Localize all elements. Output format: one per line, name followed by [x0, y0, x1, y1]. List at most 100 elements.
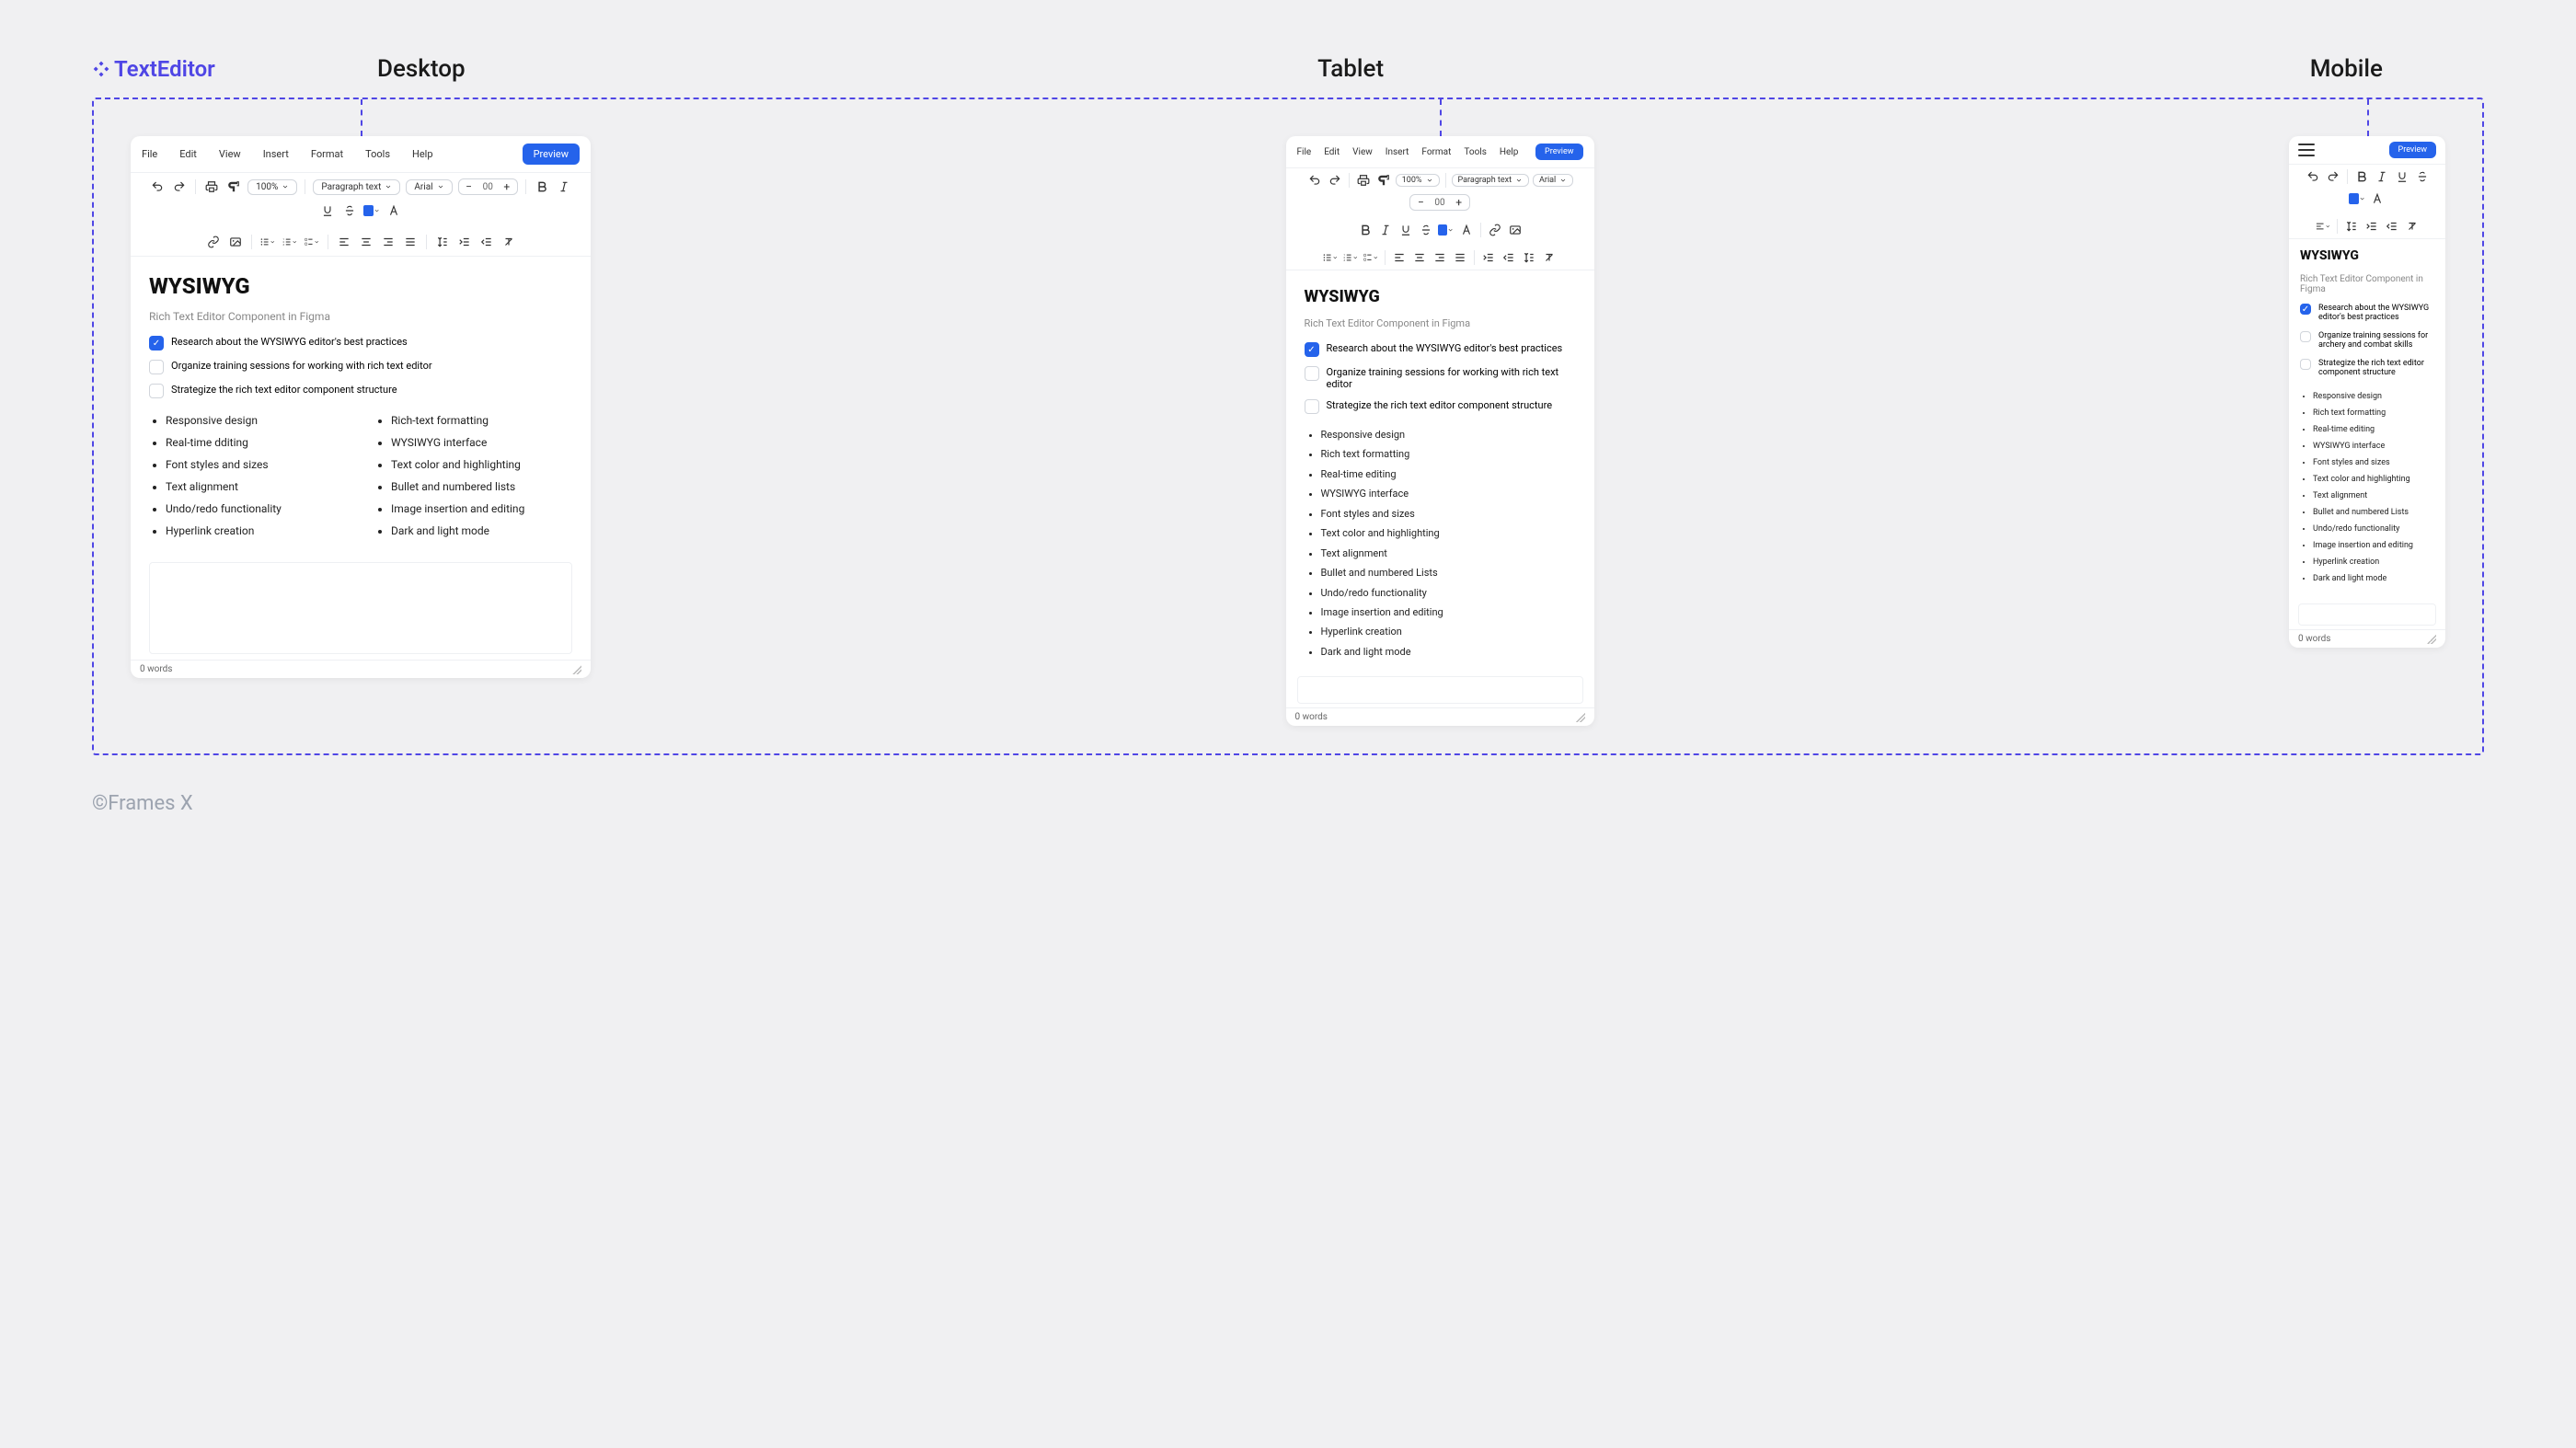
menu-edit[interactable]: Edit	[179, 148, 197, 160]
checkbox-icon[interactable]	[2300, 331, 2311, 342]
redo-icon[interactable]	[1327, 172, 1343, 189]
menu-view[interactable]: View	[219, 148, 241, 160]
image-icon[interactable]	[227, 234, 244, 250]
menu-edit[interactable]: Edit	[1324, 147, 1340, 157]
italic-icon[interactable]	[556, 178, 572, 195]
redo-icon[interactable]	[2325, 168, 2341, 185]
check-list-icon[interactable]	[304, 234, 320, 250]
checkbox-icon[interactable]	[1305, 399, 1319, 414]
paint-format-icon[interactable]	[225, 178, 242, 195]
checklist-item[interactable]: Strategize the rich text editor componen…	[1305, 399, 1576, 414]
italic-icon[interactable]	[2374, 168, 2390, 185]
font-size-stepper[interactable]: −00+	[1409, 194, 1469, 211]
clear-format-icon[interactable]	[1541, 249, 1558, 266]
menu-view[interactable]: View	[1352, 147, 1373, 157]
italic-icon[interactable]	[1377, 222, 1394, 238]
underline-icon[interactable]	[319, 202, 336, 219]
align-left-icon[interactable]	[336, 234, 352, 250]
menu-insert[interactable]: Insert	[263, 148, 289, 160]
print-icon[interactable]	[203, 178, 220, 195]
bold-icon[interactable]	[1357, 222, 1374, 238]
hamburger-menu-icon[interactable]	[2298, 144, 2315, 156]
image-icon[interactable]	[1507, 222, 1524, 238]
line-height-icon[interactable]	[434, 234, 451, 250]
checklist-item[interactable]: Organize training sessions for archery a…	[2300, 331, 2434, 350]
font-family-select[interactable]: Arial	[406, 179, 452, 195]
checklist-item[interactable]: Strategize the rich text editor componen…	[149, 384, 572, 398]
menu-tools[interactable]: Tools	[1464, 147, 1486, 157]
checkbox-icon[interactable]	[149, 336, 164, 351]
align-right-icon[interactable]	[380, 234, 397, 250]
menu-help[interactable]: Help	[1500, 147, 1518, 157]
checkbox-icon[interactable]	[2300, 304, 2311, 315]
checklist-item[interactable]: Research about the WYSIWYG editor's best…	[1305, 342, 1576, 357]
clear-format-icon[interactable]	[2404, 218, 2421, 235]
checklist-item[interactable]: Organize training sessions for working w…	[149, 360, 572, 374]
bullet-list-icon[interactable]	[259, 234, 276, 250]
resize-handle-icon[interactable]	[1576, 713, 1585, 722]
outdent-icon[interactable]	[2384, 218, 2400, 235]
underline-icon[interactable]	[1397, 222, 1414, 238]
content-placeholder[interactable]	[1297, 676, 1583, 704]
bold-icon[interactable]	[2353, 168, 2370, 185]
resize-handle-icon[interactable]	[2427, 635, 2436, 644]
undo-icon[interactable]	[149, 178, 166, 195]
font-color-icon[interactable]	[1458, 222, 1475, 238]
preview-button[interactable]: Preview	[2389, 142, 2436, 158]
preview-button[interactable]: Preview	[1535, 144, 1582, 160]
link-icon[interactable]	[205, 234, 222, 250]
align-left-icon[interactable]	[1391, 249, 1408, 266]
numbered-list-icon[interactable]	[1342, 249, 1359, 266]
font-family-select[interactable]: Arial	[1533, 174, 1573, 187]
paragraph-style-select[interactable]: Paragraph text	[313, 179, 400, 195]
underline-icon[interactable]	[2394, 168, 2410, 185]
text-color-icon[interactable]	[363, 202, 380, 219]
checklist-item[interactable]: Organize training sessions for working w…	[1305, 366, 1576, 390]
checkbox-icon[interactable]	[149, 360, 164, 374]
resize-handle-icon[interactable]	[572, 665, 581, 674]
numbered-list-icon[interactable]	[282, 234, 298, 250]
checkbox-icon[interactable]	[1305, 366, 1319, 381]
paragraph-style-select[interactable]: Paragraph text	[1452, 174, 1530, 187]
menu-insert[interactable]: Insert	[1386, 147, 1409, 157]
font-size-stepper[interactable]: −00+	[458, 178, 518, 195]
menu-format[interactable]: Format	[311, 148, 343, 160]
menu-file[interactable]: File	[1297, 147, 1312, 157]
content-placeholder[interactable]	[149, 562, 572, 654]
menu-format[interactable]: Format	[1421, 147, 1451, 157]
align-center-icon[interactable]	[1411, 249, 1428, 266]
align-justify-icon[interactable]	[1452, 249, 1468, 266]
indent-icon[interactable]	[2363, 218, 2380, 235]
checkbox-icon[interactable]	[149, 384, 164, 398]
undo-icon[interactable]	[1306, 172, 1323, 189]
checklist-item[interactable]: Research about the WYSIWYG editor's best…	[149, 336, 572, 351]
outdent-icon[interactable]	[1501, 249, 1517, 266]
undo-icon[interactable]	[2305, 168, 2321, 185]
text-color-icon[interactable]	[2349, 190, 2365, 207]
line-height-icon[interactable]	[1521, 249, 1537, 266]
print-icon[interactable]	[1355, 172, 1372, 189]
menu-file[interactable]: File	[142, 148, 157, 160]
strikethrough-icon[interactable]	[341, 202, 358, 219]
font-color-icon[interactable]	[2369, 190, 2386, 207]
content-placeholder[interactable]	[2298, 603, 2436, 626]
redo-icon[interactable]	[171, 178, 188, 195]
checklist-item[interactable]: Strategize the rich text editor componen…	[2300, 359, 2434, 377]
outdent-icon[interactable]	[478, 234, 495, 250]
indent-icon[interactable]	[1480, 249, 1497, 266]
document-area[interactable]: WYSIWYG Rich Text Editor Component in Fi…	[2289, 239, 2445, 596]
indent-icon[interactable]	[456, 234, 473, 250]
document-area[interactable]: WYSIWYG Rich Text Editor Component in Fi…	[1286, 270, 1594, 667]
font-color-icon[interactable]	[385, 202, 402, 219]
bullet-list-icon[interactable]	[1322, 249, 1339, 266]
paint-format-icon[interactable]	[1375, 172, 1392, 189]
checkbox-icon[interactable]	[1305, 342, 1319, 357]
link-icon[interactable]	[1487, 222, 1503, 238]
checkbox-icon[interactable]	[2300, 359, 2311, 370]
align-center-icon[interactable]	[358, 234, 374, 250]
clear-format-icon[interactable]	[500, 234, 517, 250]
align-right-icon[interactable]	[1432, 249, 1448, 266]
menu-help[interactable]: Help	[412, 148, 433, 160]
align-justify-icon[interactable]	[402, 234, 419, 250]
strikethrough-icon[interactable]	[2414, 168, 2431, 185]
